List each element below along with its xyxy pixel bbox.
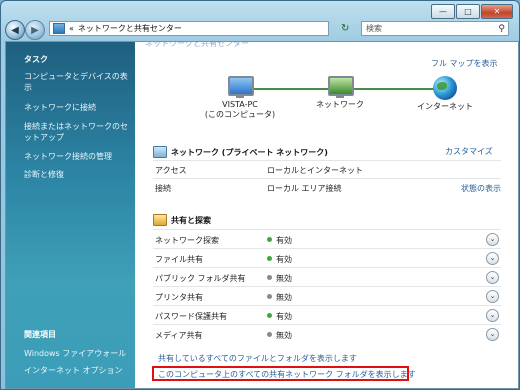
related-internet-options[interactable]: インターネット オプション <box>24 365 132 376</box>
search-input[interactable]: 検索 ⚲ <box>361 21 509 36</box>
status-on-icon <box>267 237 272 242</box>
network-title-text: ネットワーク (プライベート ネットワーク) <box>171 147 328 157</box>
task-setup-connection[interactable]: 接続またはネットワークのセットアップ <box>24 121 132 143</box>
computer-icon <box>226 76 254 98</box>
row-key: パスワード保護共有 <box>155 312 227 321</box>
task-view-computers[interactable]: コンピュータとデバイスの表示 <box>24 71 132 93</box>
network-icon <box>326 76 354 98</box>
network-icon <box>153 146 167 158</box>
row-value: 有効 <box>276 255 292 264</box>
node-this-computer[interactable]: VISTA-PC (このコンピュータ) <box>200 76 280 120</box>
status-off-icon <box>267 332 272 337</box>
sharing-title-text: 共有と探索 <box>171 215 211 225</box>
main-panel: ネットワークと共有センター フル マップを表示 VISTA-PC (このコンピュ… <box>135 42 518 388</box>
back-button[interactable]: ◀ <box>5 20 25 40</box>
back-arrow-icon: ◀ <box>11 24 19 36</box>
pc-subtitle: (このコンピュータ) <box>204 110 276 119</box>
window: — □ ✕ ◀ ▶ « ネットワークと共有センター ↻ 検索 ⚲ タスク コンピ… <box>0 0 520 390</box>
network-label: ネットワーク <box>316 100 364 109</box>
sharing-row-password: パスワード保護共有 有効 ⌄ <box>153 305 501 324</box>
row-key: 接続 <box>155 184 171 193</box>
related-windows-firewall[interactable]: Windows ファイアウォール <box>24 348 132 359</box>
row-value: 有効 <box>276 236 292 245</box>
row-key: メディア共有 <box>155 331 203 340</box>
forward-arrow-icon: ▶ <box>31 24 39 36</box>
status-on-icon <box>267 256 272 261</box>
row-key: ネットワーク探索 <box>155 236 219 245</box>
network-row-access: アクセス ローカルとインターネット <box>153 160 501 178</box>
sharing-section-title: 共有と探索 <box>153 214 211 226</box>
sharing-row-discovery: ネットワーク探索 有効 ⌄ <box>153 229 501 248</box>
status-off-icon <box>267 275 272 280</box>
full-map-link[interactable]: フル マップを表示 <box>431 58 498 69</box>
row-value: 無効 <box>276 274 292 283</box>
row-key: アクセス <box>155 166 187 175</box>
task-diagnose-repair[interactable]: 診断と修復 <box>24 169 132 180</box>
internet-label: インターネット <box>417 102 473 111</box>
task-pane: タスク コンピュータとデバイスの表示 ネットワークに接続 接続またはネットワーク… <box>6 42 135 388</box>
status-on-icon <box>267 313 272 318</box>
expand-chevron-icon[interactable]: ⌄ <box>486 271 499 284</box>
sharing-icon <box>153 214 167 226</box>
row-value: ローカル エリア接続 <box>267 184 342 193</box>
maximize-button[interactable]: □ <box>456 4 480 19</box>
search-placeholder: 検索 <box>366 24 382 33</box>
globe-icon <box>433 76 457 100</box>
forward-button[interactable]: ▶ <box>25 20 45 40</box>
row-value: ローカルとインターネット <box>267 166 363 175</box>
page-title-cut: ネットワークと共有センター <box>145 41 249 48</box>
breadcrumb-current[interactable]: ネットワークと共有センター <box>78 23 182 34</box>
breadcrumb-chevrons[interactable]: « <box>69 24 74 33</box>
customize-link[interactable]: カスタマイズ <box>445 146 493 157</box>
node-network[interactable]: ネットワーク <box>300 76 380 110</box>
pc-name: VISTA-PC <box>222 100 258 109</box>
row-key: プリンタ共有 <box>155 293 203 302</box>
row-value: 無効 <box>276 331 292 340</box>
sharing-row-file: ファイル共有 有効 ⌄ <box>153 248 501 267</box>
status-off-icon <box>267 294 272 299</box>
network-row-connection: 接続 ローカル エリア接続 状態の表示 <box>153 178 501 196</box>
expand-chevron-icon[interactable]: ⌄ <box>486 233 499 246</box>
close-button[interactable]: ✕ <box>481 4 513 19</box>
row-key: ファイル共有 <box>155 255 203 264</box>
navigation-bar: ◀ ▶ « ネットワークと共有センター ↻ 検索 ⚲ <box>5 19 515 41</box>
caption-buttons: — □ ✕ <box>431 4 513 19</box>
expand-chevron-icon[interactable]: ⌄ <box>486 252 499 265</box>
row-value: 有効 <box>276 312 292 321</box>
row-key: パブリック フォルダ共有 <box>155 274 246 283</box>
sharing-row-public-folder: パブリック フォルダ共有 無効 ⌄ <box>153 267 501 286</box>
highlight-box <box>152 366 409 381</box>
control-panel-icon <box>53 23 65 34</box>
sharing-row-media: メディア共有 無効 ⌄ <box>153 324 501 343</box>
view-status-link[interactable]: 状態の表示 <box>461 183 501 194</box>
expand-chevron-icon[interactable]: ⌄ <box>486 328 499 341</box>
network-section-title: ネットワーク (プライベート ネットワーク) <box>153 146 328 158</box>
task-connect-network[interactable]: ネットワークに接続 <box>24 102 132 113</box>
tasks-heading: タスク <box>24 55 48 64</box>
node-internet[interactable]: インターネット <box>405 76 485 112</box>
expand-chevron-icon[interactable]: ⌄ <box>486 290 499 303</box>
sharing-row-printer: プリンタ共有 無効 ⌄ <box>153 286 501 305</box>
address-bar[interactable]: « ネットワークと共有センター <box>49 21 329 36</box>
minimize-button[interactable]: — <box>431 4 455 19</box>
expand-chevron-icon[interactable]: ⌄ <box>486 309 499 322</box>
refresh-icon[interactable]: ↻ <box>341 23 349 34</box>
show-shared-files-link[interactable]: 共有しているすべてのファイルとフォルダを表示します <box>158 353 357 364</box>
task-manage-connections[interactable]: ネットワーク接続の管理 <box>24 151 132 162</box>
content-area: タスク コンピュータとデバイスの表示 ネットワークに接続 接続またはネットワーク… <box>5 41 519 389</box>
search-icon[interactable]: ⚲ <box>498 24 505 34</box>
row-value: 無効 <box>276 293 292 302</box>
related-heading: 関連項目 <box>24 330 56 339</box>
